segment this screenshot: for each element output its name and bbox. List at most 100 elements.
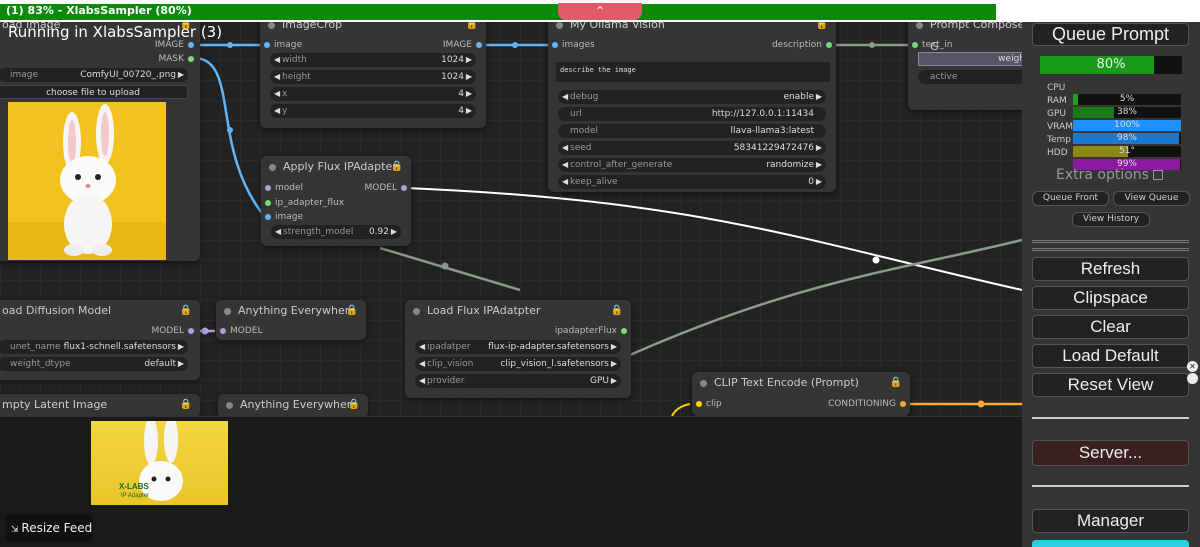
svg-text:IP Adapter: IP Adapter [121,493,149,499]
menu-separator [1032,485,1189,487]
anything-everywhere-node[interactable]: Anything Everywhere 🔒 [218,394,368,418]
url-widget[interactable]: url http://127.0.0.1:11434 [558,107,826,121]
queue-progress: 80% [1040,56,1182,74]
list-divider [1032,240,1189,243]
ollama-vision-node[interactable]: My Ollama Vision 🔒 images description des… [548,14,836,192]
load-image-node[interactable]: oad Image 🔒 IMAGE MASK image ComfyUI_00720… [0,14,200,261]
prompt-textarea[interactable]: describe the image [556,62,830,82]
empty-latent-image-node[interactable]: mpty Latent Image 🔒 [0,394,200,418]
input-image[interactable]: image [262,38,302,52]
weight-widget[interactable]: weigh [918,52,1030,66]
lock-icon: 🔒 [179,305,192,316]
width-widget[interactable]: ◀ width 1024 ▶ [270,53,476,67]
progress-titlebar: (1) 83% - XlabsSampler (80%) ⌃ [0,0,1200,22]
refresh-button[interactable]: Refresh [1032,257,1189,281]
weight-dtype-widget[interactable]: weight_dtype default ▶ [0,357,188,371]
running-status: Running in XlabsSampler (3) [8,23,223,41]
seed-widget[interactable]: ◀ seed 58341229472476 ▶ [558,141,826,155]
stat-label: CPU [1047,83,1066,93]
upload-button[interactable]: choose file to upload [0,85,188,99]
anything-everywhere-node[interactable]: Anything Everywhere 🔒 MODEL [216,300,366,340]
x-widget[interactable]: ◀ x 4 ▶ [270,87,476,101]
ipadatper-widget[interactable]: ◀ ipadatper flux-ip-adapter.safetensors ▶ [415,340,621,354]
resize-icon: ⇲ [11,525,22,535]
stat-hdd: HDD 99% [1047,147,1200,170]
image-crop-node[interactable]: ImageCrop 🔒 image IMAGE ◀ width 1024 ▶ ◀ heig… [260,14,486,128]
output-model[interactable]: MODEL [365,181,409,195]
input-text-in[interactable]: text_in [910,38,952,52]
stat-label: GPU [1047,109,1066,119]
node-title: Anything Everywhere 🔒 [218,394,368,416]
model-widget[interactable]: model llava-llama3:latest [558,124,826,138]
lock-icon: 🔒 [179,399,192,410]
queue-prompt-button[interactable]: Queue Prompt [1032,23,1189,46]
input-image[interactable]: image [263,210,303,224]
load-diffusion-model-node[interactable]: oad Diffusion Model 🔒 MODEL unet_name flux… [0,300,200,380]
stat-vram: VRAM 98% [1047,121,1200,144]
close-icon[interactable]: ✕ [1187,361,1198,372]
strength-model-widget[interactable]: ◀ strength_model 0.92 ▶ [271,225,401,239]
stat-label: VRAM [1047,122,1073,132]
stat-label: Temp [1047,135,1071,145]
input-model[interactable]: MODEL [218,324,262,338]
unet-name-widget[interactable]: unet_name flux1-schnell.safetensors ▶ [0,340,188,354]
load-default-button[interactable]: Load Default [1032,344,1189,368]
control-after-generate-widget[interactable]: ◀ control_after_generate randomize ▶ [558,158,826,172]
side-menu: Queue Prompt 80% CPU 5% RAM 38% GPU 100% VRAM 9… [1022,22,1200,547]
output-mask[interactable]: MASK [158,52,196,66]
share-button[interactable] [1032,540,1189,547]
manager-button[interactable]: Manager [1032,509,1189,533]
lock-icon: 🔒 [889,377,902,388]
image-preview [8,102,166,260]
apply-flux-ipadapter-node[interactable]: Apply Flux IPAdapter 🔒 model MODEL ip_ada… [261,156,411,246]
output-conditioning[interactable]: CONDITIONING [828,397,908,411]
resize-feed-button[interactable]: ⇲ Resize Feed [5,514,93,542]
rabbit-image [8,104,166,260]
comfy-logo-icon[interactable]: ⌃ [558,3,642,20]
clear-button[interactable]: Clear [1032,315,1189,339]
y-widget[interactable]: ◀ y 4 ▶ [270,104,476,118]
expand-icon[interactable] [1187,373,1198,384]
reset-view-button[interactable]: Reset View [1032,373,1189,397]
server-button[interactable]: Server... [1032,440,1189,466]
clip-text-encode-node[interactable]: CLIP Text Encode (Prompt) 🔒 clip CONDITIO… [692,372,910,416]
output-image[interactable]: IMAGE [443,38,484,52]
view-queue-button[interactable]: View Queue [1113,191,1190,206]
prompt-composer-node[interactable]: Prompt Composer G text_in weigh active [908,14,1038,110]
debug-widget[interactable]: ◀ debug enable ▶ [558,90,826,104]
view-history-button[interactable]: View History [1072,212,1150,227]
output-description[interactable]: description [772,38,834,52]
clipspace-button[interactable]: Clipspace [1032,286,1189,310]
stat-ram: RAM 38% [1047,95,1200,118]
list-divider [1032,248,1189,251]
node-title: Anything Everywhere 🔒 [216,300,366,322]
input-images[interactable]: images [550,38,595,52]
load-flux-ipadapter-node[interactable]: Load Flux IPAdatpter 🔒 ipadapterFlux ◀ ipa… [405,300,631,398]
height-widget[interactable]: ◀ height 1024 ▶ [270,70,476,84]
menu-separator [1032,417,1189,419]
node-title: Apply Flux IPAdapter 🔒 [261,156,411,178]
input-ip-adapter-flux[interactable]: ip_adapter_flux [263,196,344,210]
output-model[interactable]: MODEL [152,324,196,338]
input-clip[interactable]: clip [694,397,722,411]
stat-label: RAM [1047,96,1067,106]
queue-front-button[interactable]: Queue Front [1032,191,1109,206]
checkbox-icon[interactable] [1153,170,1164,180]
clip-vision-widget[interactable]: ◀ clip_vision clip_vision_l.safetensors ▶ [415,357,621,371]
output-ipadapterflux[interactable]: ipadapterFlux [555,324,629,338]
stat-label: HDD [1047,148,1068,158]
keep-alive-widget[interactable]: ◀ keep_alive 0 ▶ [558,175,826,189]
stat-cpu: CPU 5% [1047,82,1200,105]
stat-gpu: GPU 100% [1047,108,1200,131]
lock-icon: 🔒 [610,305,623,316]
provider-widget[interactable]: ◀ provider GPU ▶ [415,374,621,388]
image-select[interactable]: image ComfyUI_00720_.png ▶ [0,68,188,82]
extra-options[interactable]: Extra options [1056,167,1164,183]
feed-image[interactable]: X-LABS IP Adapter [91,421,228,505]
node-title: Load Flux IPAdatpter 🔒 [405,300,631,322]
node-title: oad Diffusion Model 🔒 [0,300,200,322]
input-model[interactable]: model [263,181,303,195]
node-title: mpty Latent Image 🔒 [0,394,200,416]
lock-icon: 🔒 [390,161,403,172]
active-widget[interactable]: active [918,70,1030,84]
